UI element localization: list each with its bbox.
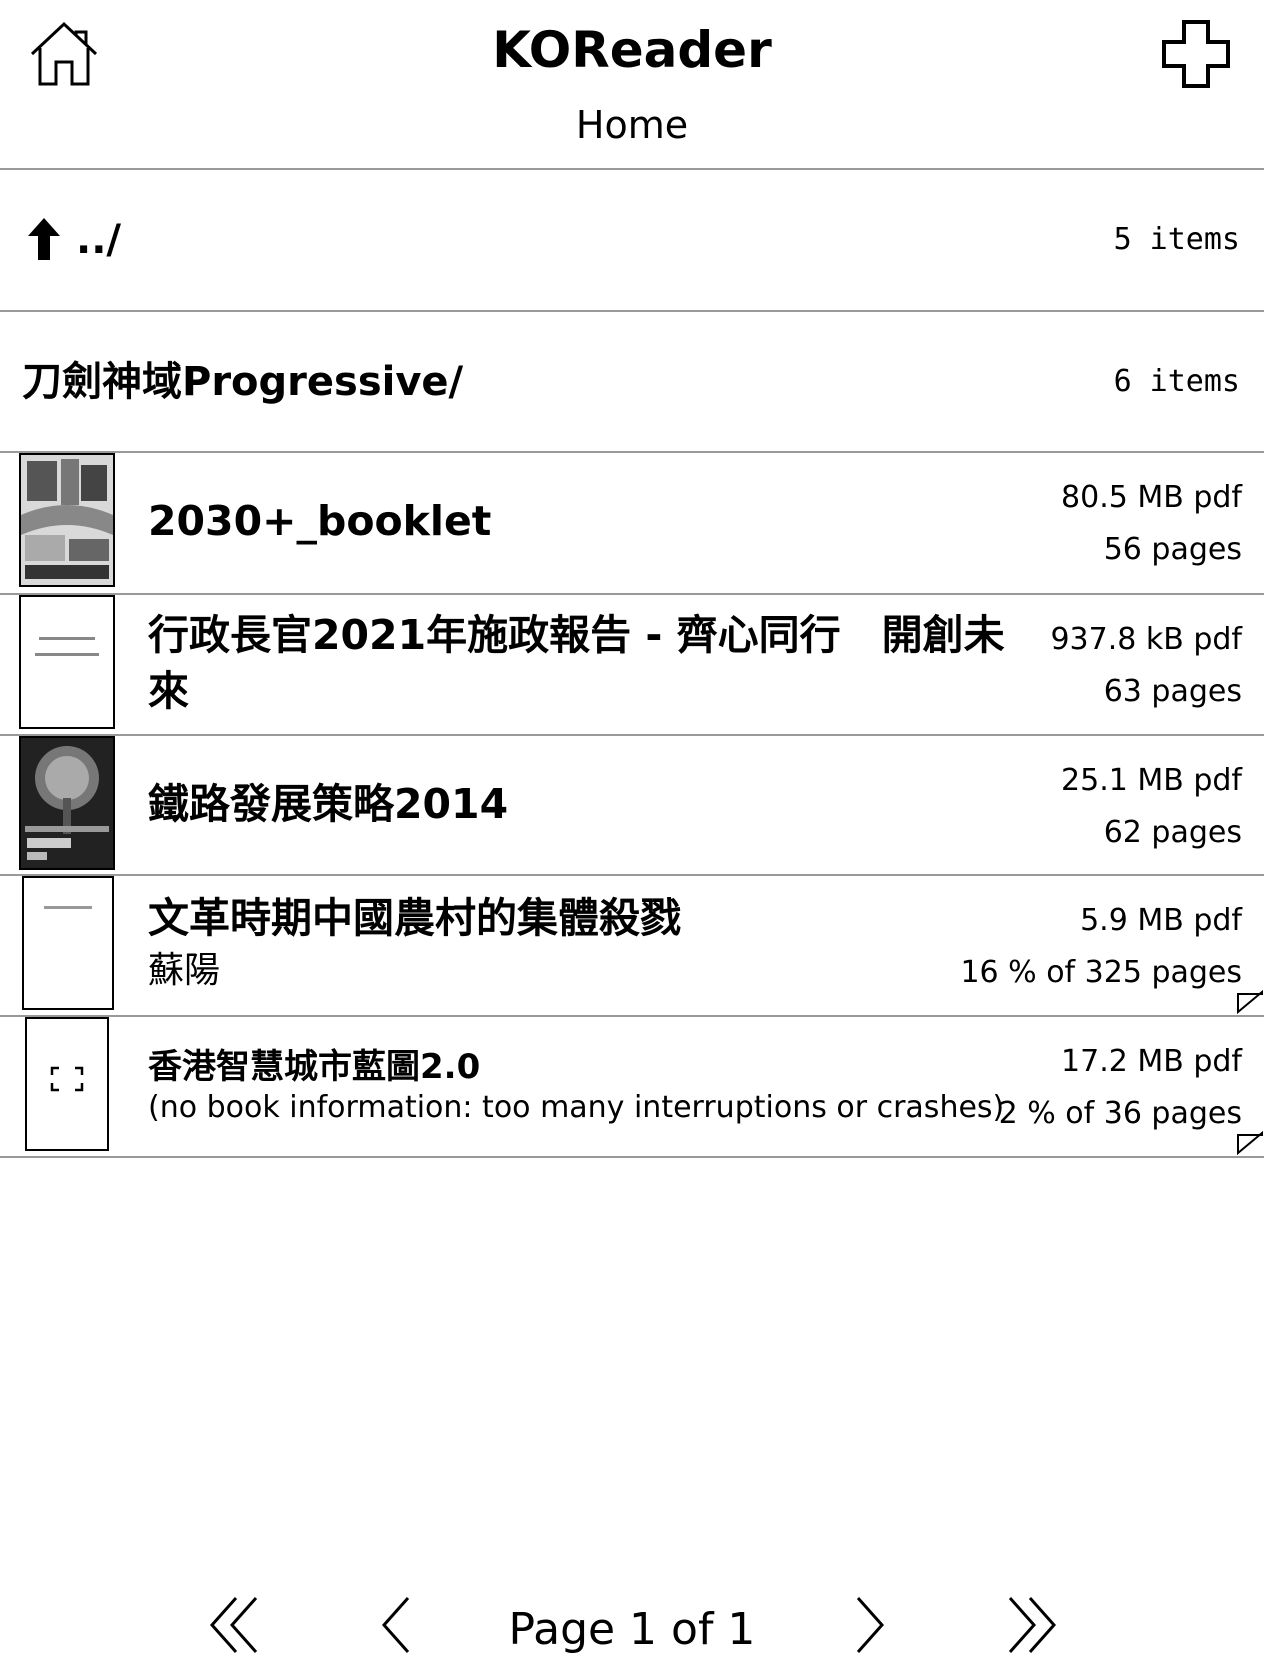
book-pages: 62 pages	[1103, 815, 1242, 850]
last-page-icon	[1008, 1597, 1057, 1653]
dogear-icon	[1237, 990, 1263, 1014]
list-item-book[interactable]: 行政長官2021年施政報告 - 齊心同行 開創未來 937.8 kB pdf 6…	[0, 595, 1264, 735]
plus-icon	[1162, 20, 1230, 88]
first-page-button[interactable]	[200, 1590, 270, 1660]
book-cover-placeholder	[25, 1017, 109, 1151]
dogear-icon	[1237, 1131, 1263, 1155]
book-title: 行政長官2021年施政報告 - 齊心同行 開創未來	[148, 611, 1005, 715]
folder-name: 刀劍神域Progressive/	[22, 359, 464, 405]
row-divider	[0, 1156, 1264, 1158]
book-cover-thumbnail	[22, 876, 114, 1010]
book-size-format: 25.1 MB pdf	[1061, 763, 1242, 798]
up-arrow-icon	[28, 218, 60, 260]
book-cover-thumbnail	[19, 595, 115, 729]
list-item-book[interactable]: 香港智慧城市藍圖2.0 (no book information: too ma…	[0, 1017, 1264, 1157]
book-size-format: 80.5 MB pdf	[1061, 480, 1242, 515]
first-page-icon	[209, 1597, 258, 1653]
current-folder-subtitle: Home	[575, 103, 689, 147]
folder-item-count: 6 items	[1113, 364, 1240, 399]
list-item-book[interactable]: 文革時期中國農村的集體殺戮 蘇陽 5.9 MB pdf 16 % of 325 …	[0, 876, 1264, 1016]
book-title: 文革時期中國農村的集體殺戮	[148, 894, 681, 942]
book-size-format: 937.8 kB pdf	[1050, 622, 1242, 657]
list-item-book[interactable]: 鐵路發展策略2014 25.1 MB pdf 62 pages	[0, 736, 1264, 876]
book-author: 蘇陽	[148, 950, 221, 991]
book-title: 2030+_booklet	[148, 497, 492, 545]
book-size-format: 5.9 MB pdf	[1080, 903, 1242, 938]
list-item-parent-folder[interactable]: ../ 5 items	[0, 170, 1264, 310]
plus-menu-button[interactable]	[1160, 18, 1232, 90]
app-title: KOReader	[492, 21, 772, 79]
page-indicator[interactable]: Page 1 of 1	[440, 1600, 824, 1660]
list-item-folder[interactable]: 刀劍神域Progressive/ 6 items	[0, 312, 1264, 452]
prev-page-button[interactable]	[364, 1590, 434, 1660]
list-item-book[interactable]: 2030+_booklet 80.5 MB pdf 56 pages	[0, 453, 1264, 593]
parent-folder-count: 5 items	[1113, 222, 1240, 257]
book-cover-thumbnail	[19, 736, 115, 870]
book-cover-thumbnail	[19, 453, 115, 587]
book-progress: 16 % of 325 pages	[960, 955, 1242, 990]
book-pages: 56 pages	[1103, 532, 1242, 567]
book-info-note: (no book information: too many interrupt…	[148, 1090, 1005, 1125]
book-title: 鐵路發展策略2014	[148, 780, 509, 828]
parent-folder-label: ../	[76, 217, 121, 263]
fullscreen-placeholder-icon	[50, 1066, 84, 1092]
next-page-icon	[856, 1597, 885, 1653]
prev-page-icon	[381, 1597, 410, 1653]
last-page-button[interactable]	[996, 1590, 1066, 1660]
next-page-button[interactable]	[832, 1590, 902, 1660]
book-pages: 63 pages	[1103, 674, 1242, 709]
book-progress: 2 % of 36 pages	[998, 1096, 1242, 1131]
book-size-format: 17.2 MB pdf	[1061, 1044, 1242, 1079]
